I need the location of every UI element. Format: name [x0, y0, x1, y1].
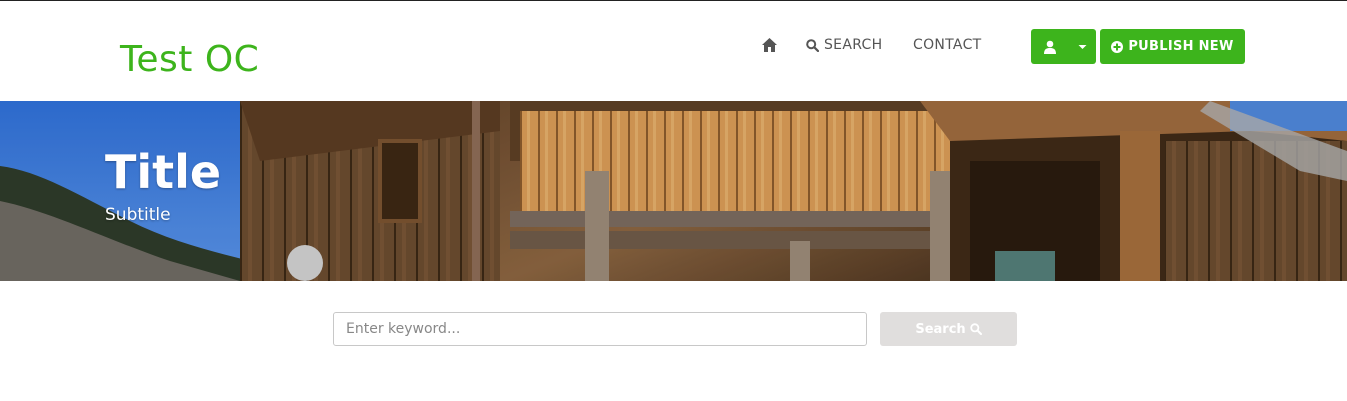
nav-contact-link[interactable]: CONTACT — [913, 37, 982, 53]
search-icon — [969, 323, 982, 335]
search-button[interactable]: Search — [880, 312, 1017, 346]
search-icon — [806, 38, 819, 52]
home-icon[interactable] — [761, 37, 778, 53]
brand-logo[interactable]: Test OC — [120, 39, 259, 80]
hero-title: Title — [105, 145, 222, 199]
nav-contact-label: CONTACT — [913, 37, 982, 53]
nav-search-link[interactable]: SEARCH — [806, 37, 882, 53]
search-button-label: Search — [915, 321, 966, 337]
user-icon[interactable] — [1031, 29, 1069, 64]
user-menu-button[interactable] — [1031, 29, 1096, 64]
publish-new-button[interactable]: PUBLISH NEW — [1100, 29, 1245, 64]
keyword-search-input[interactable] — [333, 312, 867, 346]
caret-down-icon[interactable] — [1069, 29, 1096, 64]
site-header: Test OC SEARCH CONTACT PUBLISH NEW — [0, 1, 1347, 101]
plus-circle-icon — [1111, 40, 1124, 53]
nav-search-label: SEARCH — [824, 37, 883, 53]
hero-banner: Title Subtitle — [0, 101, 1347, 281]
hero-subtitle: Subtitle — [105, 205, 171, 225]
publish-new-label: PUBLISH NEW — [1128, 39, 1234, 54]
